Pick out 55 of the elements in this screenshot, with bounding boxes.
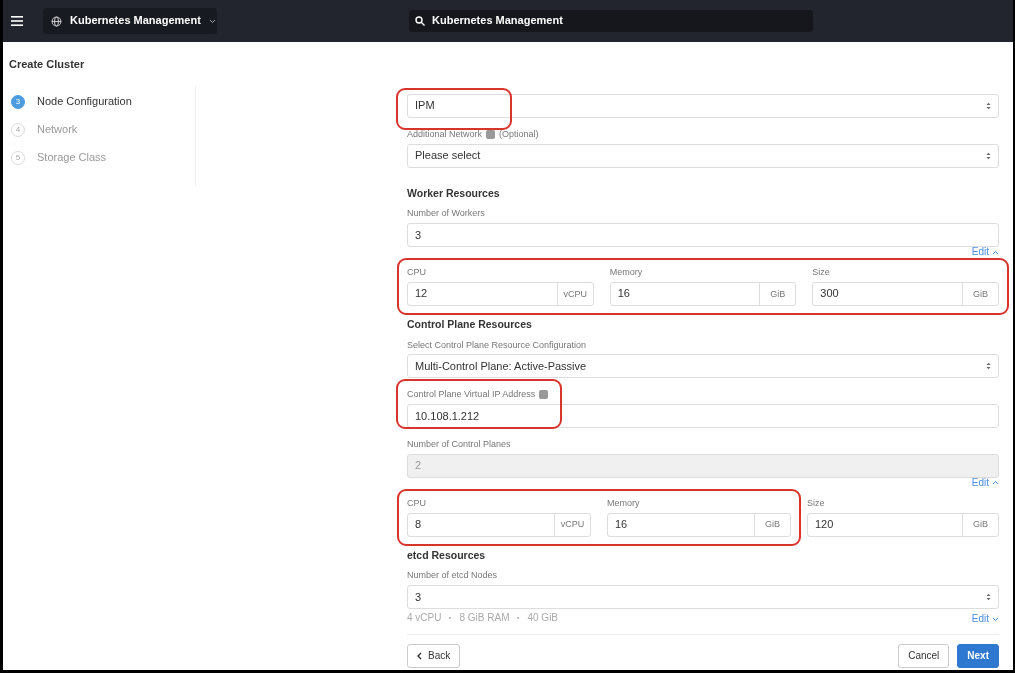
chevron-left-icon	[417, 652, 422, 661]
search-field[interactable]: Kubernetes Management	[409, 10, 813, 32]
resource-summary: 40 GiB	[527, 612, 559, 625]
input-field[interactable]: 16 GiB	[609, 282, 797, 306]
select-field[interactable]: Please select	[407, 143, 999, 168]
optional-note: (Optional)	[499, 129, 539, 140]
input-field[interactable]: 16 GiB	[607, 512, 791, 537]
app-switcher[interactable]: Kubernetes Management	[43, 8, 217, 34]
help-icon[interactable]	[539, 390, 549, 400]
search-icon	[415, 16, 425, 26]
next-button[interactable]: Next	[957, 644, 999, 669]
resource-summary: 8 GiB RAM	[459, 612, 510, 625]
input-field[interactable]: 3	[407, 223, 999, 248]
field-label: Control Plane Virtual IP Address	[407, 389, 536, 401]
field-label: Size	[807, 497, 825, 509]
edit-link[interactable]: Edit	[971, 614, 999, 625]
field-label: Size	[812, 267, 830, 278]
edit-link[interactable]: Edit	[971, 247, 999, 258]
input-field[interactable]: 300 GiB	[812, 282, 999, 306]
back-button[interactable]: Back	[407, 644, 461, 669]
updown-caret-icon	[986, 593, 991, 602]
resource-summary: 4 vCPU	[407, 612, 442, 625]
field-label: CPU	[407, 267, 426, 278]
chevron-down-icon	[208, 18, 216, 24]
page-title: Create Cluster	[8, 57, 86, 72]
help-icon[interactable]	[486, 129, 496, 139]
cancel-button[interactable]: Cancel	[898, 644, 950, 669]
select-field[interactable]: Multi-Control Plane: Active-Passive	[407, 354, 999, 379]
wizard-step[interactable]: 3 Node Configuration	[3, 88, 195, 116]
input-field[interactable]: 120 GiB	[807, 512, 999, 537]
chevron-up-icon	[992, 480, 999, 486]
field-label: Number of etcd Nodes	[407, 570, 498, 582]
field-label: Memory	[607, 497, 640, 509]
field-label: Select Control Plane Resource Configuration	[407, 339, 587, 351]
field-label: Additional Network	[407, 129, 483, 140]
input-field[interactable]: 12 vCPU	[407, 282, 594, 306]
edit-link[interactable]: Edit	[971, 477, 999, 488]
chevron-up-icon	[992, 249, 999, 255]
updown-caret-icon	[986, 362, 991, 371]
field-label: Number of Control Planes	[407, 439, 511, 450]
section-heading: Control Plane Resources	[407, 318, 533, 331]
chevron-down-icon	[992, 616, 999, 622]
updown-caret-icon	[986, 151, 991, 160]
updown-caret-icon	[986, 102, 991, 110]
field-label: CPU	[407, 497, 426, 509]
input-field[interactable]: 8 vCPU	[407, 512, 591, 537]
select-field[interactable]: 3	[407, 585, 999, 610]
menu-icon[interactable]	[11, 16, 23, 26]
section-heading: etcd Resources	[407, 548, 487, 562]
section-heading: Worker Resources	[407, 186, 501, 200]
field-label: Number of Workers	[407, 208, 485, 220]
input-field[interactable]: 10.108.1.212	[407, 404, 999, 429]
globe-icon	[51, 15, 62, 27]
field-label: Memory	[609, 267, 643, 278]
select-field[interactable]: IPM	[407, 94, 999, 118]
